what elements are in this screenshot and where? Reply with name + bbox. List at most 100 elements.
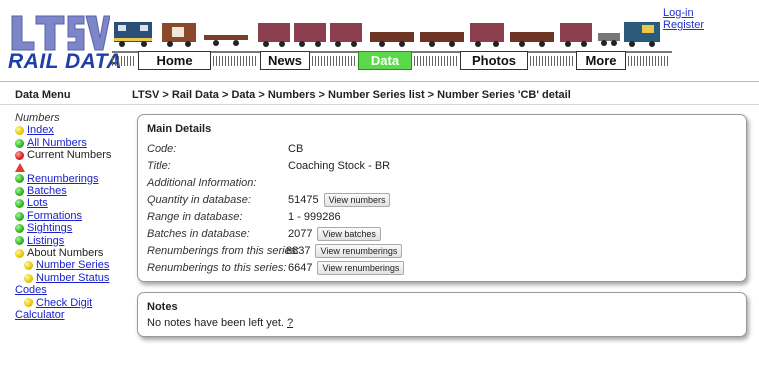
detail-label: Quantity in database: (147, 193, 251, 206)
view-batches-button[interactable]: View batches (317, 227, 381, 242)
nav-divider (530, 56, 574, 66)
detail-label: Batches in database: (147, 228, 250, 241)
sidebar-item-label[interactable]: Index (27, 124, 54, 136)
nav-news-button[interactable]: News (260, 51, 310, 70)
sidebar-item-label[interactable]: Listings (27, 235, 64, 247)
logo-text: RAIL DATA (8, 50, 123, 73)
green-dot-icon (15, 236, 24, 246)
detail-value: 2077 (288, 228, 313, 241)
register-link[interactable]: Register (663, 19, 704, 31)
site-logo[interactable]: RAIL DATA (8, 10, 122, 73)
main-nav: Home News Data Photos More (112, 50, 672, 72)
breadcrumb: LTSV > Rail Data > Data > Numbers > Numb… (132, 89, 571, 101)
sidebar-item-number-series[interactable]: Number Series (15, 259, 125, 271)
sidebar-item-label[interactable]: Formations (27, 210, 82, 222)
sidebar-item-label[interactable]: Renumberings (27, 173, 99, 185)
sidebar-item-label[interactable]: Codes (15, 284, 47, 296)
sidebar-item-all-numbers[interactable]: All Numbers (15, 137, 125, 149)
detail-value: 1 - 999286 (288, 210, 341, 223)
nav-home-button[interactable]: Home (138, 51, 211, 70)
sidebar-item-number-status[interactable]: Number Status (15, 272, 125, 284)
sidebar-item-codes[interactable]: Codes (15, 284, 125, 296)
sidebar-menu: Numbers Index All Numbers Current Number… (15, 112, 125, 322)
green-dot-icon (15, 186, 24, 196)
warning-icon (15, 162, 25, 172)
yellow-dot-icon (24, 298, 33, 308)
sidebar-item-label: About Numbers (27, 247, 104, 260)
sidebar-item-listings[interactable]: Listings (15, 235, 125, 247)
main-details-panel: Main Details Code: CB Title: Coaching St… (137, 114, 747, 282)
detail-label: Range in database: (147, 210, 243, 223)
notes-panel: Notes No notes have been left yet. ? (137, 292, 747, 337)
detail-row-additional-info: Additional Information: (147, 174, 404, 191)
data-menu-title: Data Menu (15, 89, 71, 101)
green-dot-icon (15, 223, 24, 233)
ltsv-logo-mark (11, 15, 110, 51)
nav-photos-button[interactable]: Photos (460, 51, 528, 70)
detail-label: Title: (147, 159, 171, 172)
view-numbers-button[interactable]: View numbers (323, 192, 391, 207)
sidebar-item-index[interactable]: Index (15, 124, 125, 136)
nav-divider (213, 56, 258, 66)
menu-divider (0, 104, 759, 105)
detail-label: Renumberings to this series: (147, 262, 287, 275)
sidebar-item-lots[interactable]: Lots (15, 197, 125, 209)
sidebar-item-label[interactable]: Lots (27, 197, 48, 209)
nav-more-button[interactable]: More (576, 51, 626, 70)
yellow-dot-icon (24, 261, 33, 271)
green-dot-icon (15, 211, 24, 221)
green-dot-icon (15, 174, 24, 184)
notes-title: Notes (147, 301, 178, 313)
sidebar-item-label: Current Numbers (27, 149, 112, 162)
view-renumberings-from-button[interactable]: View renumberings (315, 244, 403, 259)
sidebar-item-label[interactable]: Calculator (15, 309, 65, 321)
sidebar-item-batches[interactable]: Batches (15, 185, 125, 197)
detail-value: Coaching Stock - BR (288, 159, 391, 172)
sidebar-item-label[interactable]: Number Status (36, 272, 109, 284)
detail-value: CB (288, 142, 304, 155)
view-renumberings-to-button[interactable]: View renumberings (317, 261, 405, 276)
notes-text: No notes have been left yet. (147, 317, 284, 329)
details-table: Code: CB Title: Coaching Stock - BR Addi… (147, 140, 405, 277)
nav-data-button[interactable]: Data (358, 51, 412, 70)
detail-row-renumberings-to: Renumberings to this series: 6647 View r… (147, 260, 405, 277)
login-link[interactable]: Log-in (663, 7, 704, 19)
nav-divider (112, 56, 136, 66)
detail-row-range: Range in database: 1 - 999286 (147, 208, 404, 225)
sidebar-item-label[interactable]: Batches (27, 185, 67, 197)
site-header: RAIL DATA Home News Data Photos More Log… (0, 0, 759, 82)
sidebar-item-label[interactable]: Sightings (27, 222, 72, 234)
detail-label: Additional Information: (147, 176, 257, 189)
detail-row-quantity: Quantity in database: 51475 View numbers (147, 191, 404, 208)
sidebar-item-renumberings[interactable]: Renumberings (15, 173, 125, 185)
detail-value: 8837 (286, 245, 311, 258)
sidebar-item-current-numbers: Current Numbers (15, 149, 125, 161)
sidebar-item-about-numbers: About Numbers (15, 247, 125, 259)
sidebar-item-label[interactable]: All Numbers (27, 137, 87, 149)
detail-label: Renumberings from this series: (147, 245, 300, 258)
detail-row-code: Code: CB (147, 140, 404, 157)
detail-value: 51475 (288, 193, 319, 206)
sidebar-item-sightings[interactable]: Sightings (15, 222, 125, 234)
red-dot-icon (15, 150, 24, 160)
green-dot-icon (15, 138, 24, 148)
detail-row-title: Title: Coaching Stock - BR (147, 157, 404, 174)
detail-row-renumberings-from: Renumberings from this series: 8837 View… (147, 243, 404, 260)
sidebar-item-warning (15, 162, 125, 173)
nav-divider (312, 56, 356, 66)
yellow-dot-icon (24, 273, 33, 283)
sidebar-item-calculator[interactable]: Calculator (15, 309, 125, 321)
sidebar-section-numbers: Numbers (15, 112, 60, 124)
notes-help-link[interactable]: ? (287, 317, 293, 329)
sidebar-item-check-digit[interactable]: Check Digit (15, 297, 125, 309)
sidebar-item-label[interactable]: Number Series (36, 259, 109, 271)
notes-text-wrapper: No notes have been left yet. ? (147, 317, 293, 329)
sidebar-item-label[interactable]: Check Digit (36, 297, 92, 309)
sidebar-item-formations[interactable]: Formations (15, 210, 125, 222)
detail-value: 6647 (288, 262, 313, 275)
detail-label: Code: (147, 142, 177, 155)
train-banner-image (114, 22, 660, 47)
green-dot-icon (15, 199, 24, 209)
nav-divider (414, 56, 458, 66)
detail-row-batches: Batches in database: 2077 View batches (147, 225, 404, 242)
